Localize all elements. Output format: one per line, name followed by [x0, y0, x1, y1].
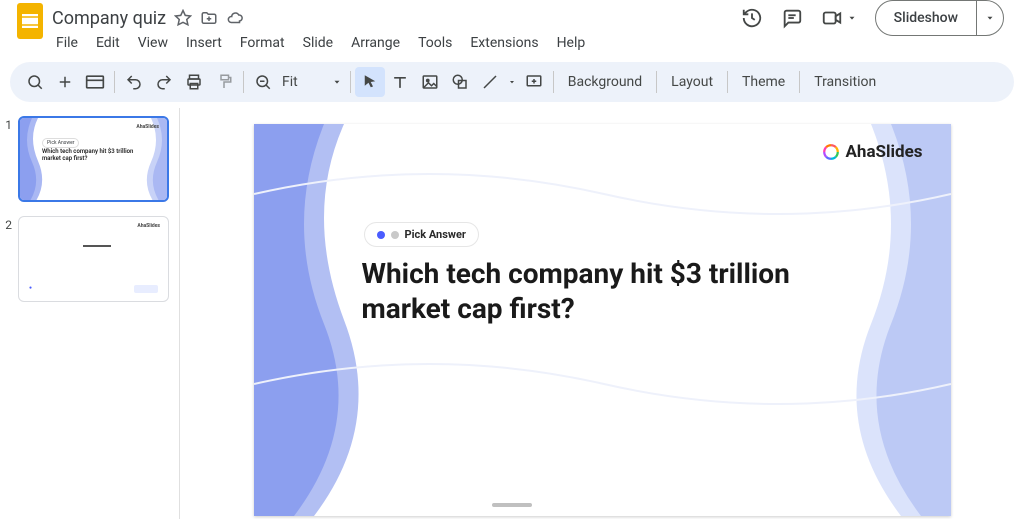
move-folder-icon[interactable]: [200, 9, 218, 27]
menu-slide[interactable]: Slide: [295, 33, 341, 53]
toolbar-divider: [114, 71, 115, 93]
thumbnail-number: 1: [4, 116, 12, 132]
history-icon[interactable]: [741, 7, 763, 29]
toolbar: Fit Background Layout Theme Transition: [10, 62, 1014, 102]
ahaslides-logo-icon: [822, 143, 840, 161]
thumb-pill: Pick Answer: [42, 138, 79, 148]
shape-icon[interactable]: [445, 67, 475, 97]
slide-thumbnail-1[interactable]: AhaSlides Pick Answer Which tech company…: [18, 116, 169, 202]
ahaslides-brand: AhaSlides: [822, 142, 923, 162]
slides-logo[interactable]: [12, 3, 48, 39]
transition-button[interactable]: Transition: [804, 74, 886, 90]
textbox-icon[interactable]: [385, 67, 415, 97]
thumb-brand: AhaSlides: [137, 223, 160, 229]
line-dropdown-icon[interactable]: [505, 67, 519, 97]
menu-edit[interactable]: Edit: [88, 33, 128, 53]
menu-arrange[interactable]: Arrange: [343, 33, 408, 53]
thumbnail-row-1[interactable]: 1 AhaSlides Pick Answer Which tech compa…: [4, 116, 169, 202]
thumb2-line: [83, 245, 111, 247]
search-menus-icon[interactable]: [20, 67, 50, 97]
menu-file[interactable]: File: [48, 33, 86, 53]
title-bar: Company quiz Slideshow: [0, 0, 1024, 30]
toolbar-divider: [243, 71, 244, 93]
zoom-out-icon[interactable]: [248, 67, 278, 97]
ahaslides-brand-text: AhaSlides: [846, 142, 923, 162]
toolbar-divider: [799, 71, 800, 93]
line-icon[interactable]: [475, 67, 505, 97]
undo-icon[interactable]: [119, 67, 149, 97]
toolbar-divider: [656, 71, 657, 93]
select-tool-icon[interactable]: [355, 67, 385, 97]
layout-button[interactable]: Layout: [661, 74, 723, 90]
star-icon[interactable]: [174, 9, 192, 27]
document-title[interactable]: Company quiz: [52, 8, 166, 29]
slideshow-label[interactable]: Slideshow: [876, 1, 977, 35]
menu-extensions[interactable]: Extensions: [462, 33, 546, 53]
wave-right-decoration: [831, 124, 951, 516]
menu-view[interactable]: View: [130, 33, 176, 53]
slideshow-dropdown[interactable]: [977, 1, 1003, 35]
zoom-label: Fit: [282, 74, 298, 90]
slide-thumbnail-2[interactable]: AhaSlides ●: [18, 216, 169, 302]
slide-question[interactable]: Which tech company hit $3 trillion marke…: [362, 256, 831, 326]
print-icon[interactable]: [179, 67, 209, 97]
cloud-status-icon[interactable]: [226, 9, 244, 27]
pill-dot-icon: [391, 231, 399, 239]
toolbar-divider: [727, 71, 728, 93]
menu-help[interactable]: Help: [549, 33, 594, 53]
comments-icon[interactable]: [781, 7, 803, 29]
thumbnail-number: 2: [4, 216, 12, 232]
image-icon[interactable]: [415, 67, 445, 97]
toolbar-divider: [553, 71, 554, 93]
redo-icon[interactable]: [149, 67, 179, 97]
pill-dot-icon: [377, 231, 385, 239]
chevron-down-icon: [332, 77, 342, 87]
main-area: 1 AhaSlides Pick Answer Which tech compa…: [0, 108, 1024, 519]
canvas-area[interactable]: AhaSlides Pick Answer Which tech company…: [180, 108, 1024, 519]
pick-answer-pill: Pick Answer: [364, 222, 479, 247]
menu-insert[interactable]: Insert: [178, 33, 230, 53]
theme-button[interactable]: Theme: [732, 74, 795, 90]
thumb2-footer-right: [134, 285, 158, 293]
thumb-brand: AhaSlides: [136, 124, 159, 130]
bottom-resize-handle[interactable]: [492, 503, 532, 507]
toolbar-divider: [350, 71, 351, 93]
title-group: Company quiz: [52, 8, 244, 29]
thumb2-footer-left: ●: [29, 285, 32, 291]
wave-left-decoration: [254, 124, 374, 516]
new-slide-layout-icon[interactable]: [80, 67, 110, 97]
slideshow-button[interactable]: Slideshow: [875, 0, 1004, 36]
slide-panel[interactable]: 1 AhaSlides Pick Answer Which tech compa…: [0, 108, 180, 519]
menu-format[interactable]: Format: [232, 33, 293, 53]
slide-canvas[interactable]: AhaSlides Pick Answer Which tech company…: [254, 124, 951, 516]
comment-add-icon[interactable]: [519, 67, 549, 97]
pick-answer-label: Pick Answer: [405, 228, 466, 241]
thumb-question: Which tech company hit $3 trillion marke…: [42, 148, 145, 162]
new-slide-icon[interactable]: [50, 67, 80, 97]
chevron-down-icon: [847, 13, 857, 23]
background-button[interactable]: Background: [558, 74, 652, 90]
paint-format-icon[interactable]: [209, 67, 239, 97]
zoom-select[interactable]: Fit: [278, 74, 346, 90]
title-bar-right: Slideshow: [741, 0, 1012, 36]
meet-button[interactable]: [821, 7, 857, 29]
thumbnail-row-2[interactable]: 2 AhaSlides ●: [4, 216, 169, 302]
menu-tools[interactable]: Tools: [410, 33, 460, 53]
